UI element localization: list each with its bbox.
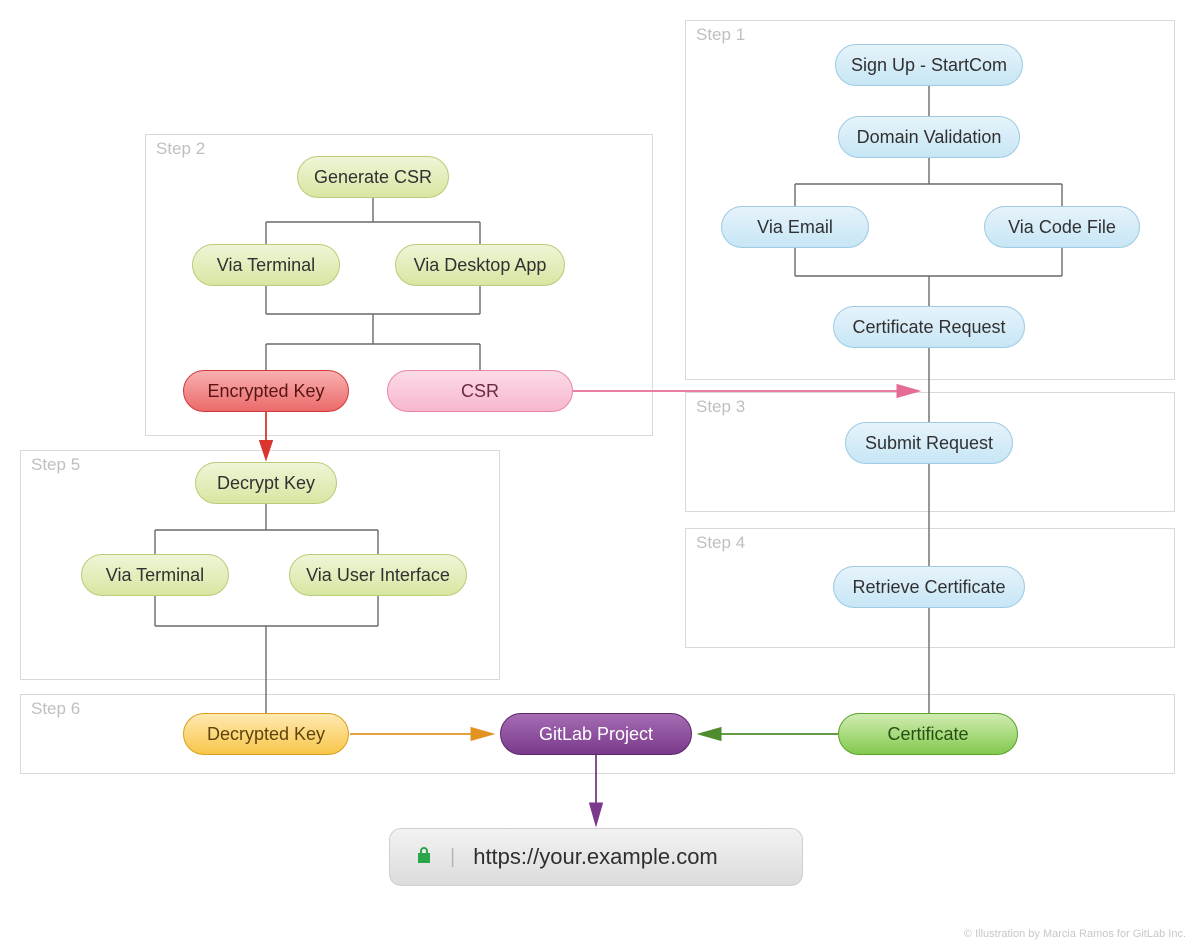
node-via-ui: Via User Interface (289, 554, 467, 596)
url-bar: | https://your.example.com (389, 828, 803, 886)
node-submit-request: Submit Request (845, 422, 1013, 464)
node-via-terminal: Via Terminal (192, 244, 340, 286)
node-encrypted-key: Encrypted Key (183, 370, 349, 412)
url-text: https://your.example.com (473, 844, 718, 870)
node-via-email: Via Email (721, 206, 869, 248)
node-gitlab-project: GitLab Project (500, 713, 692, 755)
node-domain-val: Domain Validation (838, 116, 1020, 158)
node-csr: CSR (387, 370, 573, 412)
connectors (0, 0, 1200, 950)
node-retrieve-cert: Retrieve Certificate (833, 566, 1025, 608)
node-via-code-file: Via Code File (984, 206, 1140, 248)
node-cert-request: Certificate Request (833, 306, 1025, 348)
lock-icon (416, 846, 432, 868)
node-via-desktop: Via Desktop App (395, 244, 565, 286)
node-via-terminal2: Via Terminal (81, 554, 229, 596)
node-generate-csr: Generate CSR (297, 156, 449, 198)
credit-text: © Illustration by Marcia Ramos for GitLa… (964, 928, 1186, 940)
node-decrypted-key: Decrypted Key (183, 713, 349, 755)
node-certificate: Certificate (838, 713, 1018, 755)
separator: | (450, 846, 455, 869)
node-signup: Sign Up - StartCom (835, 44, 1023, 86)
node-decrypt-key: Decrypt Key (195, 462, 337, 504)
